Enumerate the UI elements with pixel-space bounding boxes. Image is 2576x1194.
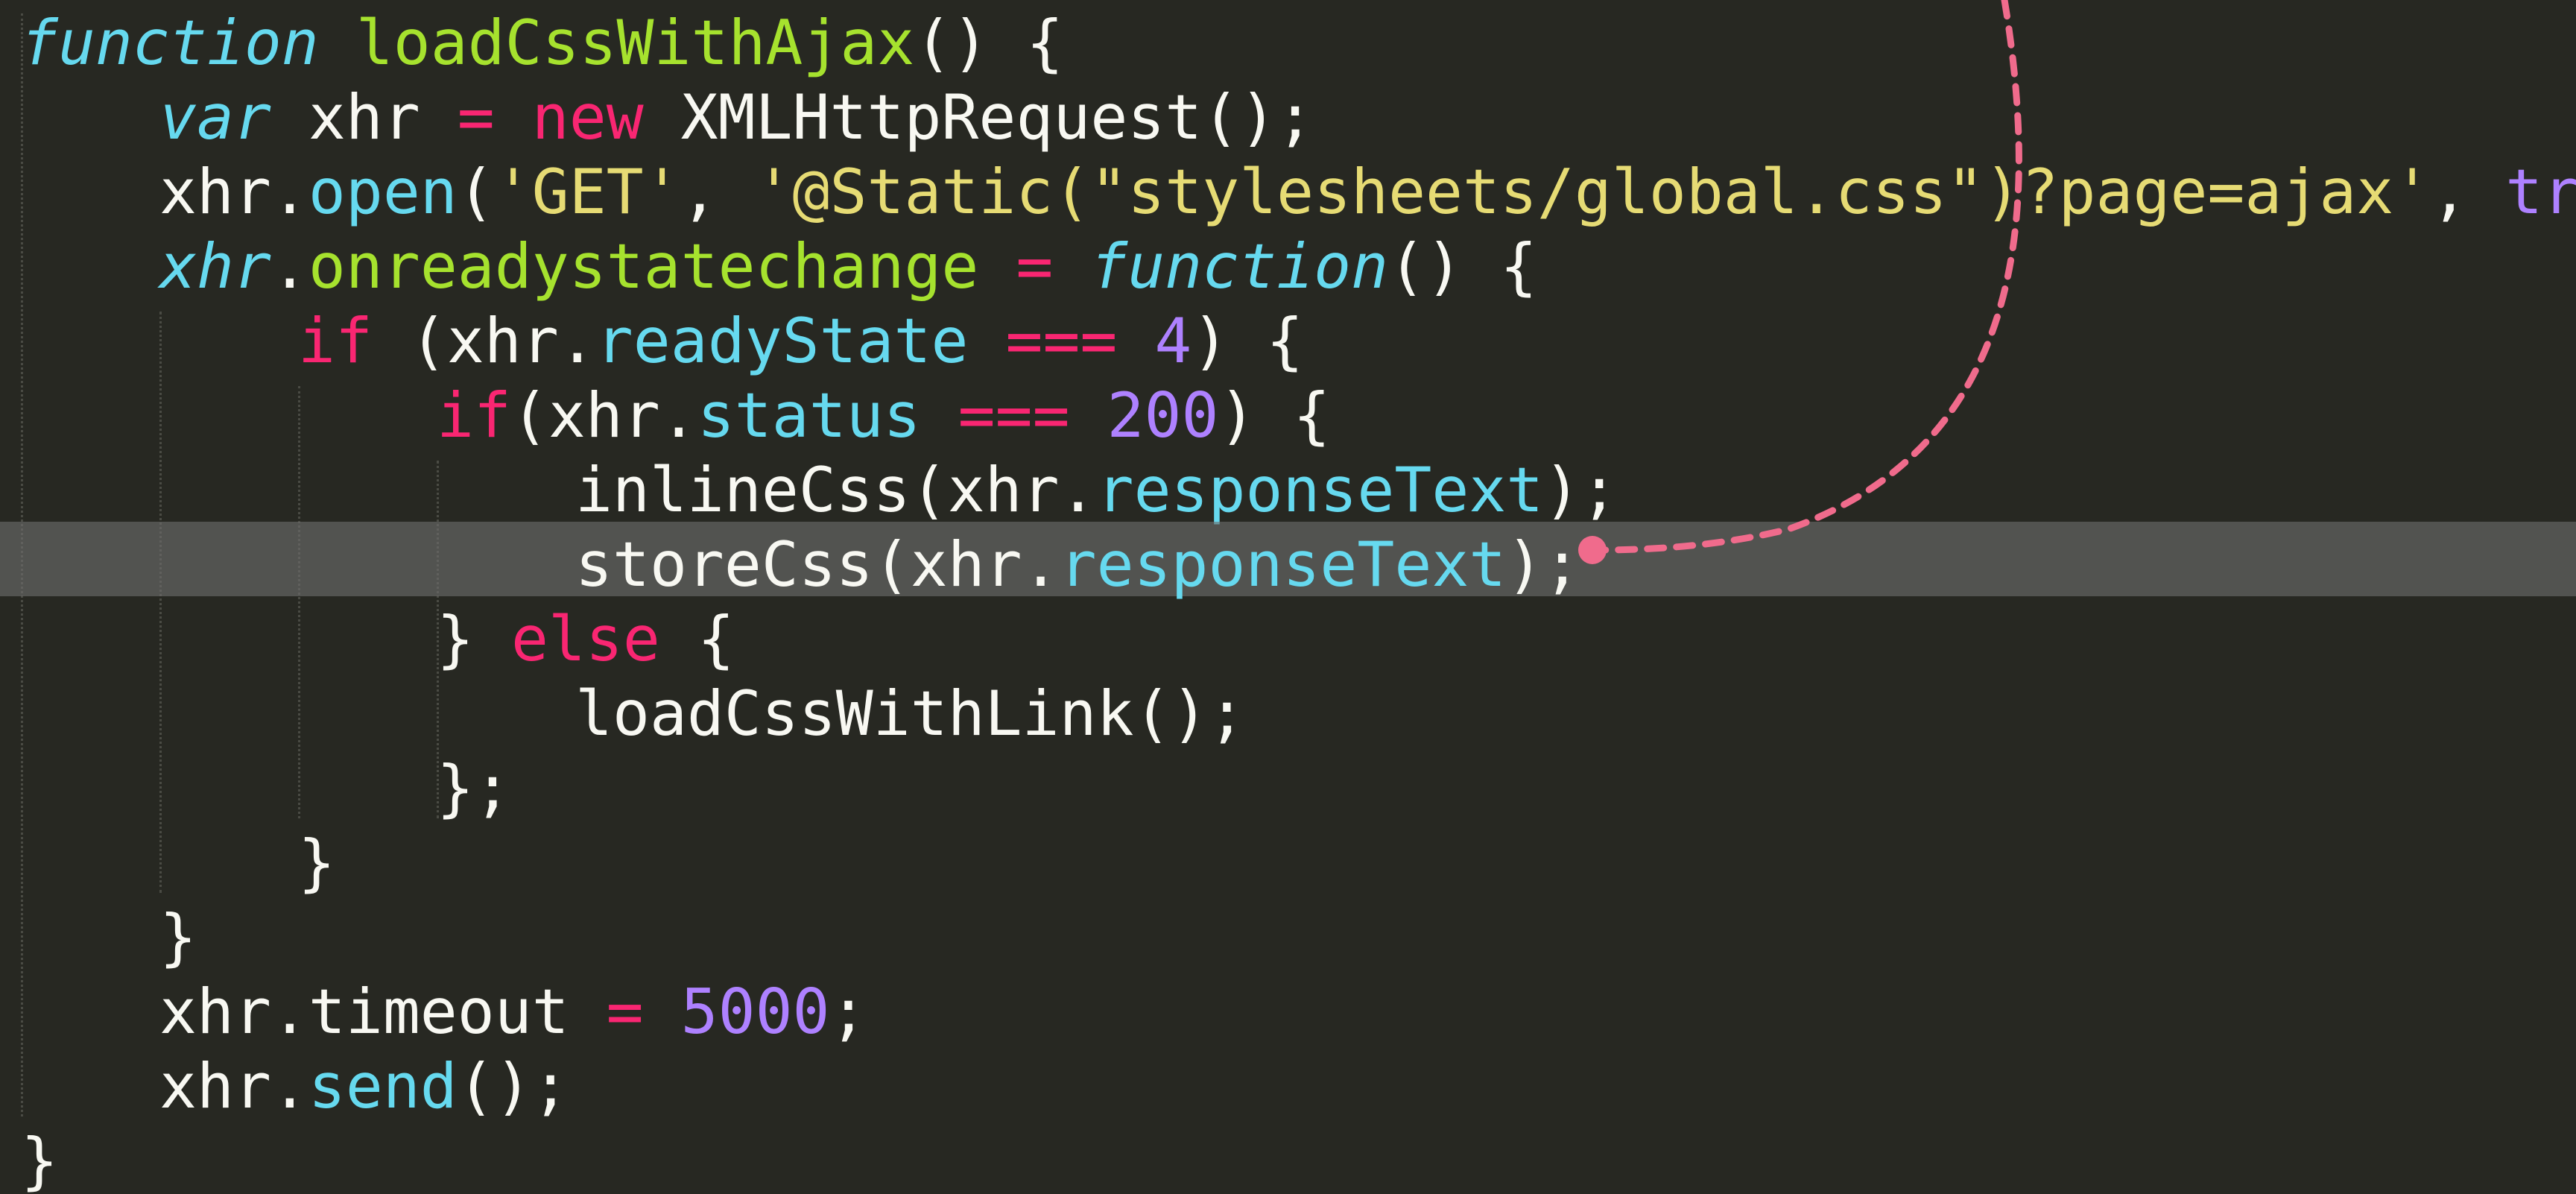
code-line[interactable]: xhr.open('GET', '@Static("stylesheets/gl… xyxy=(21,149,2576,228)
code-line[interactable]: } else { xyxy=(21,596,2576,675)
code-token: ( xyxy=(457,156,495,228)
code-token: = xyxy=(606,976,644,1048)
code-editor[interactable]: function loadCssWithAjax() {var xhr = ne… xyxy=(0,0,2576,1194)
code-token: loadCssWithAjax xyxy=(355,7,915,79)
code-token: true xyxy=(2505,156,2576,228)
code-token: function xyxy=(21,7,319,79)
code-line[interactable]: xhr.send(); xyxy=(21,1043,2576,1122)
code-token: 5000 xyxy=(680,976,830,1048)
code-token: ); xyxy=(1506,528,1581,601)
code-token: } xyxy=(437,603,511,675)
code-token: readyState xyxy=(595,305,969,377)
code-token: ; xyxy=(829,976,867,1048)
code-token: (); xyxy=(457,1050,569,1122)
code-token: onreadystatechange xyxy=(308,230,979,303)
code-token: 4 xyxy=(1154,305,1192,377)
code-token: xhr. xyxy=(159,156,308,228)
code-token: XMLHttpRequest(); xyxy=(643,81,1314,154)
code-token: ) { xyxy=(1192,305,1304,377)
code-token: var xyxy=(159,81,271,154)
code-line[interactable]: storeCss(xhr.responseText); xyxy=(0,522,2576,601)
code-line[interactable]: } xyxy=(21,1118,2576,1194)
code-token: xhr.timeout xyxy=(159,976,607,1048)
code-token: ); xyxy=(1543,454,1618,526)
code-token: === xyxy=(1005,305,1118,377)
code-line[interactable]: xhr.timeout = 5000; xyxy=(21,969,2576,1048)
code-token: 'GET' xyxy=(494,156,681,228)
code-line[interactable]: } xyxy=(21,820,2576,899)
code-token: '@Static("stylesheets/global.css")?page=… xyxy=(755,156,2431,228)
code-token: responseText xyxy=(1059,528,1507,601)
code-token: xhr xyxy=(270,81,458,154)
code-line[interactable]: }; xyxy=(21,745,2576,824)
code-token: , xyxy=(680,156,756,228)
code-token: }; xyxy=(437,752,511,824)
code-token: = xyxy=(457,81,495,154)
code-token: ) { xyxy=(1218,379,1331,452)
code-token: xhr. xyxy=(159,1050,308,1122)
code-token: inlineCss(xhr. xyxy=(575,454,1097,526)
code-token: function xyxy=(1090,230,1389,303)
code-line[interactable]: inlineCss(xhr.responseText); xyxy=(21,447,2576,526)
code-line[interactable]: } xyxy=(21,894,2576,973)
code-line[interactable]: loadCssWithLink(); xyxy=(21,671,2576,750)
code-token: 200 xyxy=(1107,379,1219,452)
code-token: } xyxy=(298,827,335,899)
code-area[interactable]: function loadCssWithAjax() {var xhr = ne… xyxy=(0,0,2576,1194)
code-token: else xyxy=(510,603,660,675)
code-token: . xyxy=(270,230,308,303)
code-token: { xyxy=(659,603,735,675)
code-token: () { xyxy=(914,7,1064,79)
code-token: storeCss(xhr. xyxy=(575,528,1060,601)
code-token: loadCssWithLink(); xyxy=(575,677,1246,750)
code-line[interactable]: xhr.onreadystatechange = function() { xyxy=(21,224,2576,303)
code-token: (xhr. xyxy=(372,305,596,377)
code-token: if xyxy=(298,305,373,377)
code-token: , xyxy=(2431,156,2506,228)
code-line[interactable]: var xhr = new XMLHttpRequest(); xyxy=(21,75,2576,154)
code-line[interactable]: if(xhr.status === 200) { xyxy=(21,373,2576,452)
code-token: responseText xyxy=(1096,454,1544,526)
code-token: = xyxy=(1016,230,1054,303)
code-line[interactable]: function loadCssWithAjax() { xyxy=(21,0,2576,79)
code-token: send xyxy=(308,1050,458,1122)
code-line[interactable]: if (xhr.readyState === 4) { xyxy=(21,298,2576,377)
code-token: () { xyxy=(1388,230,1537,303)
code-token: } xyxy=(159,901,197,973)
code-token: } xyxy=(21,1125,58,1194)
code-token: open xyxy=(308,156,458,228)
code-token: if xyxy=(437,379,511,452)
code-token: new xyxy=(531,81,644,154)
code-token: === xyxy=(958,379,1070,452)
code-token: (xhr. xyxy=(510,379,697,452)
code-token: status xyxy=(697,379,921,452)
code-token: xhr xyxy=(159,230,271,303)
